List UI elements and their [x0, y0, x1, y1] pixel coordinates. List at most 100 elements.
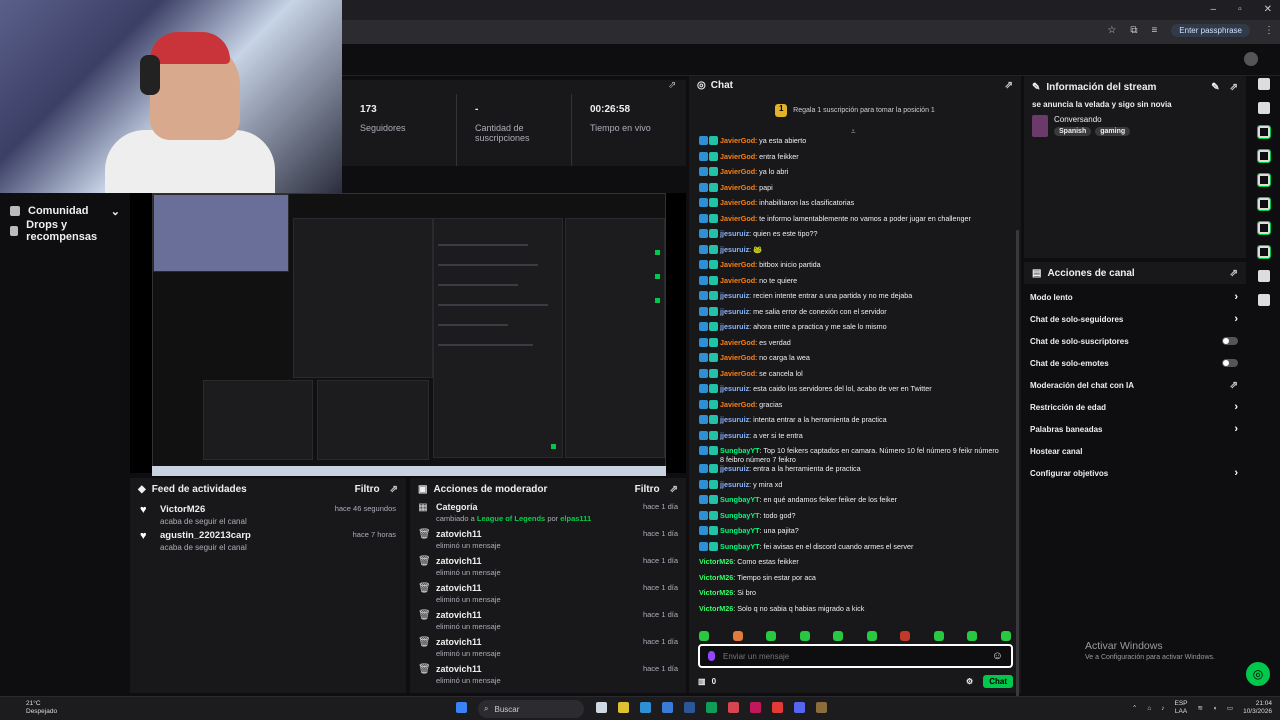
prime-badge-icon[interactable]	[699, 510, 708, 520]
edge-icon[interactable]	[706, 702, 717, 713]
chat-username[interactable]: jjesuruiz	[720, 480, 749, 489]
moderator-name[interactable]: zatovich11	[436, 610, 501, 620]
moderator-name[interactable]: zatovich11	[436, 529, 501, 539]
lightning-icon[interactable]	[1257, 149, 1271, 163]
prime-badge-icon[interactable]	[699, 151, 708, 161]
chat-username[interactable]: jjesuruiz	[720, 431, 749, 440]
chat-username[interactable]: VictorM26	[699, 604, 733, 613]
sub-badge-icon[interactable]	[709, 198, 718, 207]
emote-icon[interactable]	[833, 631, 844, 641]
chat-username[interactable]: SungbayYT	[720, 446, 760, 455]
chat-username[interactable]: jjesuruiz	[720, 245, 749, 254]
chat-input[interactable]	[723, 651, 984, 661]
sub-badge-icon[interactable]	[709, 275, 718, 285]
follower-name[interactable]: agustin_220213carp	[160, 530, 251, 541]
tag[interactable]: gaming	[1095, 127, 1131, 136]
channel-action-item[interactable]: Restricción de edad ›	[1024, 396, 1246, 418]
popout-icon[interactable]: ⇗	[1005, 80, 1013, 91]
emote-picker-icon[interactable]: ☺	[992, 650, 1003, 662]
kebab-menu-icon[interactable]: ⋮	[1264, 25, 1274, 36]
sub-badge-icon[interactable]	[709, 495, 718, 504]
chat-username[interactable]: JavierGod	[720, 369, 755, 378]
sub-badge-icon[interactable]	[709, 541, 718, 551]
puzzle-icon[interactable]	[1258, 294, 1270, 306]
chat-username[interactable]: JavierGod	[720, 260, 755, 269]
word-icon[interactable]	[684, 702, 695, 713]
prime-badge-icon[interactable]	[699, 322, 708, 331]
app-icon[interactable]	[750, 702, 761, 713]
popout-icon[interactable]: ⇗	[1230, 380, 1238, 391]
sub-badge-icon[interactable]	[709, 260, 718, 269]
sub-badge-icon[interactable]	[709, 399, 718, 409]
chrome-icon[interactable]	[772, 702, 783, 713]
sub-badge-icon[interactable]	[709, 182, 718, 192]
sub-badge-icon[interactable]	[709, 167, 718, 176]
extensions-icon[interactable]: ⧉	[1130, 25, 1137, 36]
sub-badge-icon[interactable]	[709, 384, 718, 393]
sub-badge-icon[interactable]	[709, 464, 718, 473]
chat-username[interactable]: jjesuruiz	[720, 384, 749, 393]
weather-widget[interactable]: 21°C Despejado	[26, 700, 57, 716]
prime-badge-icon[interactable]	[699, 213, 708, 223]
prime-badge-icon[interactable]	[699, 229, 708, 238]
channel-action-item[interactable]: Palabras baneadas ›	[1024, 418, 1246, 440]
avatar[interactable]	[1244, 52, 1258, 66]
prime-badge-icon[interactable]	[699, 479, 708, 489]
chat-username[interactable]: jjesuruiz	[720, 229, 749, 238]
task-view-icon[interactable]	[596, 702, 607, 713]
prime-badge-icon[interactable]	[699, 337, 708, 347]
wrench-icon[interactable]	[1258, 270, 1270, 282]
taskbar-search[interactable]: ⌕ Buscar	[478, 700, 584, 718]
toggle-switch[interactable]	[1222, 359, 1238, 367]
prime-badge-icon[interactable]	[699, 384, 708, 393]
sub-badge-icon[interactable]	[709, 353, 718, 362]
chat-username[interactable]: JavierGod	[720, 338, 755, 347]
windows-start-icon[interactable]	[456, 702, 467, 713]
chat-username[interactable]: JavierGod	[720, 276, 755, 285]
sub-badge-icon[interactable]	[709, 368, 718, 378]
chat-username[interactable]: JavierGod	[720, 167, 755, 176]
popout-icon[interactable]: ⇗	[1230, 268, 1238, 279]
emote-icon[interactable]	[967, 631, 978, 641]
chat-username[interactable]: jjesuruiz	[720, 464, 749, 473]
tag[interactable]: Spanish	[1054, 127, 1092, 136]
chat-username[interactable]: jjesuruiz	[720, 415, 749, 424]
moderator-name[interactable]: zatovich11	[436, 664, 501, 674]
sidebar-item-drops[interactable]: Drops y recompensas	[0, 219, 130, 243]
sub-badge-icon[interactable]	[709, 510, 718, 520]
chat-username[interactable]: JavierGod	[720, 198, 755, 207]
channel-action-item[interactable]: Chat de solo-suscriptores	[1024, 330, 1246, 352]
moderator-name[interactable]: zatovich11	[436, 637, 501, 647]
channel-action-item[interactable]: Hostear canal	[1024, 440, 1246, 462]
sub-badge-icon[interactable]	[709, 322, 718, 331]
chat-scrollbar[interactable]	[1016, 230, 1019, 700]
chat-username[interactable]: JavierGod	[720, 214, 755, 223]
support-button[interactable]: ◎	[1246, 662, 1270, 686]
popout-icon[interactable]: ⇗	[1230, 82, 1238, 93]
moderator-link[interactable]: elpas111	[560, 514, 591, 523]
sub-badge-icon[interactable]	[709, 306, 718, 316]
sub-badge-icon[interactable]	[709, 213, 718, 223]
emote-icon[interactable]	[766, 631, 777, 641]
sub-badge-icon[interactable]	[709, 337, 718, 347]
camera-icon[interactable]	[1257, 125, 1271, 139]
toggle-switch[interactable]	[1222, 337, 1238, 345]
channel-action-item[interactable]: Moderación del chat con IA ⇗	[1024, 374, 1246, 396]
chat-username[interactable]: VictorM26	[699, 573, 733, 582]
prime-badge-icon[interactable]	[699, 464, 708, 473]
sub-badge-icon[interactable]	[709, 430, 718, 440]
channel-action-item[interactable]: Chat de solo-emotes	[1024, 352, 1246, 374]
pencil-icon[interactable]	[1258, 102, 1270, 114]
prime-badge-icon[interactable]	[699, 353, 708, 362]
emote-icon[interactable]	[699, 631, 709, 641]
popout-icon[interactable]: ⇗	[668, 80, 676, 91]
info-icon[interactable]	[1258, 78, 1270, 90]
popout-icon[interactable]: ⇗	[390, 484, 398, 495]
pencil-icon[interactable]: ✎	[1211, 82, 1219, 93]
channel-action-item[interactable]: Chat de solo-seguidores ›	[1024, 308, 1246, 330]
app-icon[interactable]	[816, 702, 827, 713]
chat-username[interactable]: JavierGod	[720, 136, 755, 145]
wifi-icon[interactable]: ≋	[1198, 704, 1203, 712]
follower-name[interactable]: VictorM26	[160, 504, 247, 515]
prime-badge-icon[interactable]	[699, 167, 708, 176]
